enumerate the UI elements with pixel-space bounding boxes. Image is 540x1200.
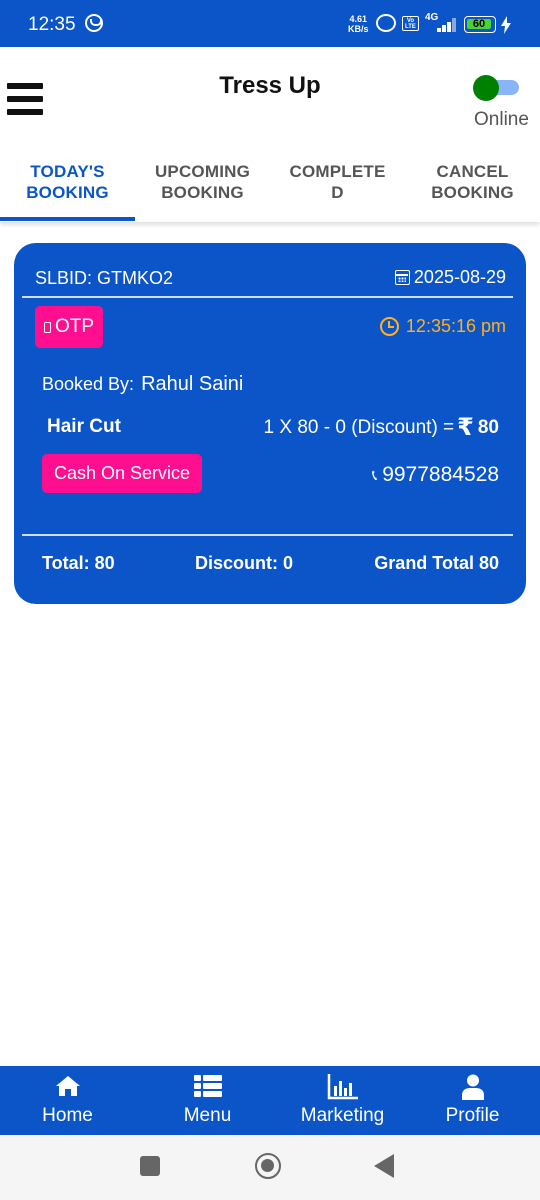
customer-phone[interactable]: 📞︎ 9977884528 [372,463,499,487]
booking-card[interactable]: SLBID: GTMKO2 2025-08-29 OTP 12:35:16 pm… [14,243,526,604]
mobile-icon [43,321,51,333]
clock-icon [379,317,399,336]
system-navigation [0,1135,540,1200]
nav-menu[interactable]: Menu [160,1066,255,1135]
divider [22,534,513,536]
phone-icon: 📞︎ [371,466,378,484]
calendar-icon [394,270,410,285]
list-icon [194,1075,222,1097]
booking-time: 12:35:16 pm [379,316,506,337]
booking-id: SLBID: GTMKO2 [35,268,174,288]
charging-icon [501,16,511,34]
volte-icon: Vo LTE [402,16,419,31]
back-button[interactable] [374,1154,394,1178]
home-icon [56,1076,80,1096]
bar-chart-icon [327,1074,358,1100]
tab-upcoming-booking[interactable]: UPCOMING BOOKING [135,152,270,222]
status-bar: 12:35 4.61 KB/s Vo LTE 4G 60 [0,0,540,47]
tab-cancel-booking[interactable]: CANCEL BOOKING [405,152,540,222]
battery-icon: 60 [464,16,496,33]
hotspot-icon [376,14,396,32]
discount-amount: Discount: 0 [195,553,294,573]
booked-by: Booked By: Rahul Saini [42,373,244,395]
nav-home[interactable]: Home [20,1066,115,1135]
service-name: Hair Cut [47,416,121,437]
service-price-calc: 1 X 80 - 0 (Discount) = ₹ 80 [263,414,499,441]
app-header: Tress Up Online [0,47,540,152]
user-icon [462,1074,484,1100]
app-title: Tress Up [219,72,321,99]
nav-profile[interactable]: Profile [430,1066,515,1135]
grand-total: Grand Total 80 [374,553,499,573]
battery-level: 60 [472,18,486,30]
nav-marketing[interactable]: Marketing [290,1066,395,1135]
otp-button[interactable]: OTP [35,306,103,348]
rupee-icon: ₹ [457,414,474,441]
customer-name: Rahul Saini [141,373,244,395]
total-amount: Total: 80 [42,553,115,573]
recents-button[interactable] [140,1156,160,1176]
bottom-navigation: Home Menu Marketing Profile [0,1066,540,1135]
network-speed: 4.61 KB/s [348,14,369,34]
notification-icon [85,14,103,32]
booking-tabs: TODAY'S BOOKING UPCOMING BOOKING COMPLET… [0,152,540,222]
service-amount: 80 [477,416,499,438]
home-button[interactable] [255,1153,281,1179]
online-label: Online [474,109,529,130]
divider [22,296,513,298]
tab-completed[interactable]: COMPLETE D [270,152,405,222]
active-tab-indicator [0,217,135,221]
payment-method-button[interactable]: Cash On Service [42,454,202,493]
booking-date: 2025-08-29 [394,267,506,288]
signal-icon [425,18,457,32]
tab-todays-booking[interactable]: TODAY'S BOOKING [0,152,135,222]
status-time: 12:35 [28,14,76,35]
online-toggle[interactable] [473,75,519,101]
